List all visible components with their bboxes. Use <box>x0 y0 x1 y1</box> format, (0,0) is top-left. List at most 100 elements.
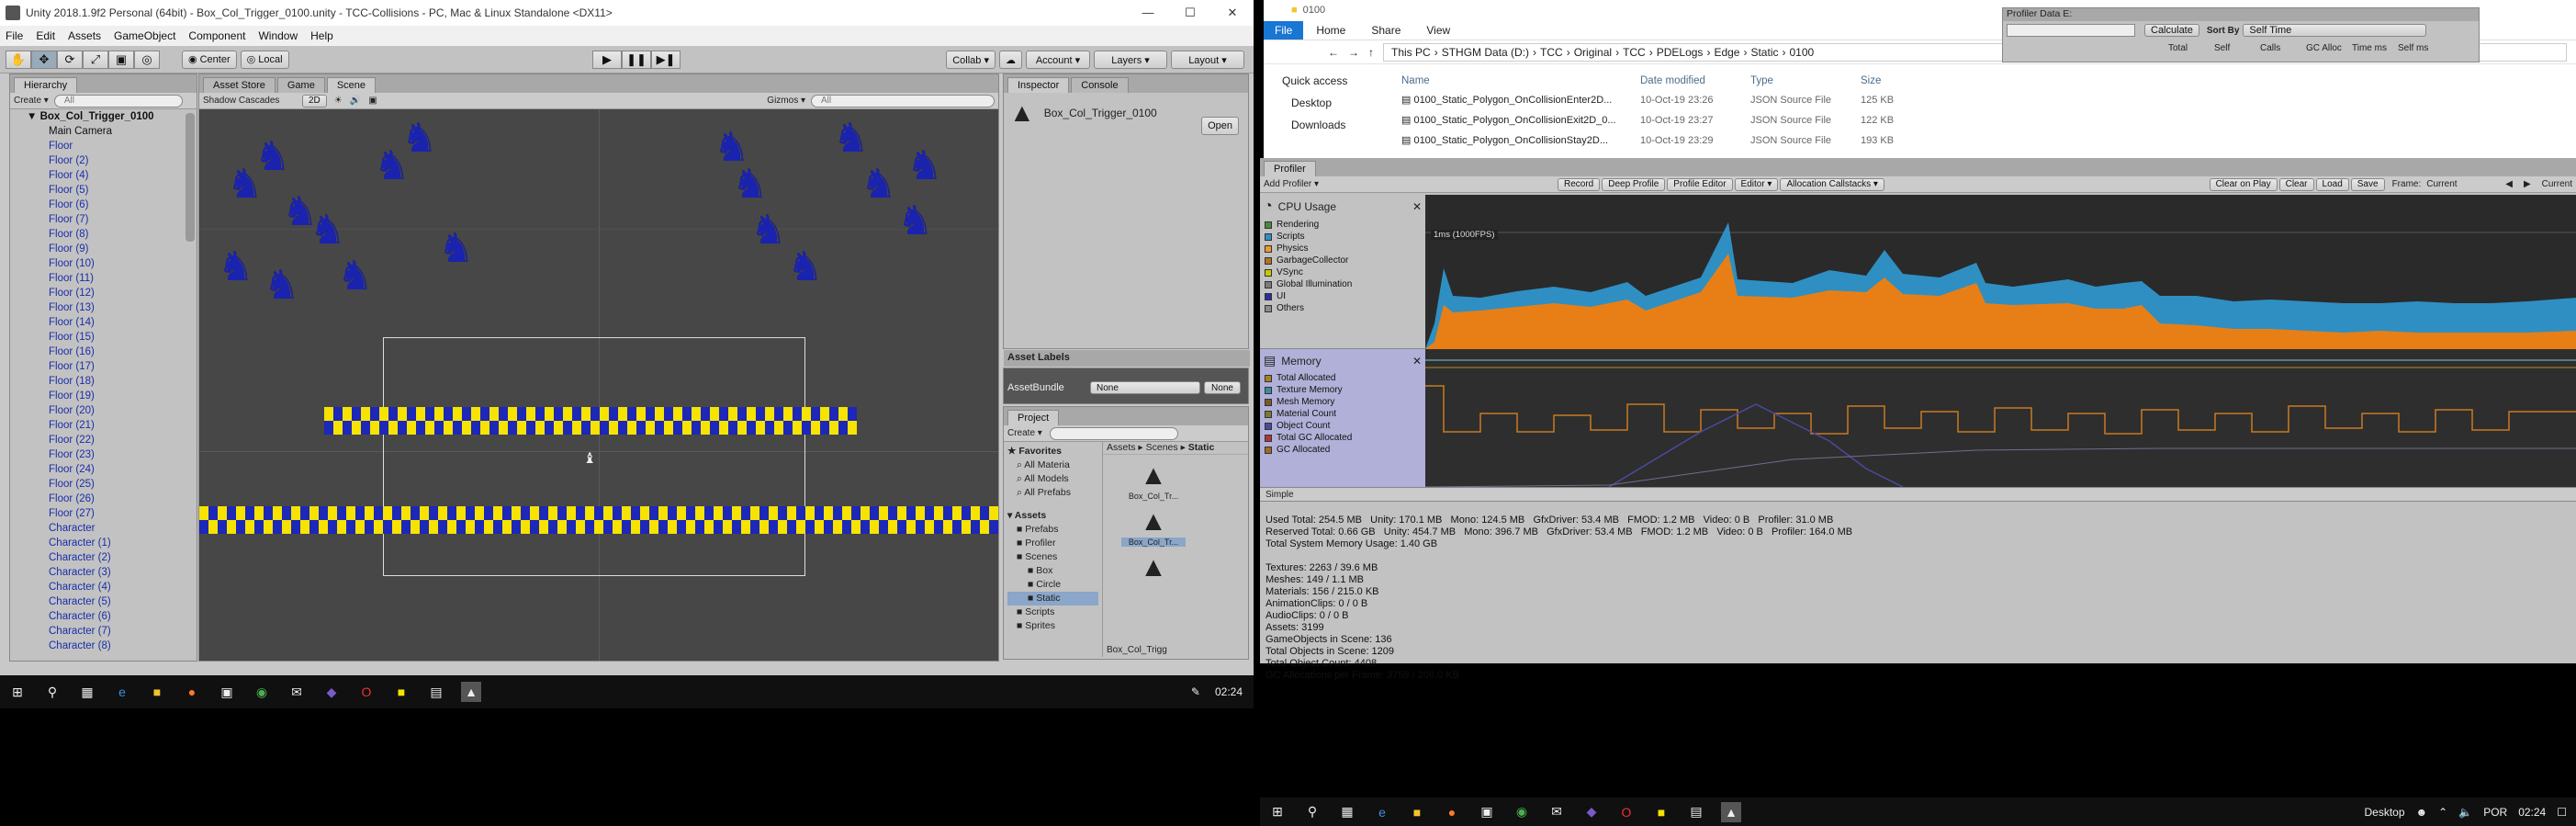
mail-icon[interactable]: ✉ <box>287 682 307 702</box>
character-sprite[interactable]: ♞ <box>732 164 768 205</box>
asset-labels-header[interactable]: Asset Labels <box>1004 350 1250 367</box>
vs-icon-2[interactable]: ◆ <box>1581 802 1602 822</box>
profiler-deep-profilebutton[interactable]: Deep Profile <box>1602 177 1666 191</box>
task-view-icon-2[interactable]: ▦ <box>1337 802 1357 822</box>
cpu-legend-item[interactable]: GarbageCollector <box>1260 255 1425 266</box>
next-frame-icon[interactable]: ▶ <box>2524 179 2531 189</box>
cpu-legend-item[interactable]: UI <box>1260 290 1425 302</box>
profiler-load-button[interactable]: Load <box>2315 177 2349 191</box>
search-icon-2[interactable]: ⚲ <box>1302 802 1322 822</box>
hierarchy-item[interactable]: Character (2) <box>10 550 197 565</box>
hierarchy-item[interactable]: Floor (18) <box>10 374 197 389</box>
menu-gameobject[interactable]: GameObject <box>114 29 175 42</box>
up-icon[interactable]: ↑ <box>1368 46 1374 59</box>
edge-icon[interactable]: e <box>112 682 132 702</box>
hierarchy-item[interactable]: Character (8) <box>10 639 197 653</box>
profiler-clear-on-play-button[interactable]: Clear on Play <box>2209 177 2278 191</box>
hierarchy-item[interactable]: Character (4) <box>10 580 197 594</box>
character-sprite[interactable]: ♞ <box>401 119 437 159</box>
profiler-data-column[interactable]: Total <box>2168 43 2214 53</box>
column-type[interactable]: Type <box>1750 75 1861 86</box>
mail-icon-2[interactable]: ✉ <box>1547 802 1567 822</box>
character-sprite[interactable]: ♞ <box>438 229 474 269</box>
windows-start-icon[interactable]: ⊞ <box>7 682 28 702</box>
effects-icon[interactable]: ▣ <box>368 96 377 106</box>
tab-scene[interactable]: Scene <box>326 77 377 93</box>
nav-item[interactable]: Downloads <box>1282 114 1401 136</box>
hierarchy-item[interactable]: Floor (26) <box>10 492 197 506</box>
hierarchy-item[interactable]: Floor (25) <box>10 477 197 492</box>
path-segment[interactable]: Original <box>1574 46 1612 59</box>
character-sprite[interactable]: ♞ <box>254 137 290 177</box>
tab-profiler[interactable]: Profiler <box>1264 161 1316 176</box>
file-row[interactable]: ▤ 0100_Static_Polygon_OnCollisionEnter2D… <box>1401 90 2576 110</box>
sticky-notes-icon-2[interactable]: ■ <box>1651 802 1671 822</box>
asset-bundle-dropdown[interactable]: None <box>1090 381 1200 394</box>
path-segment[interactable]: Edge <box>1714 46 1739 59</box>
project-file[interactable]: ▲ Box_Col_Tr... <box>1121 460 1186 501</box>
file-explorer-icon-2[interactable]: ■ <box>1407 802 1427 822</box>
project-file[interactable]: ▲ Box_Col_Tr... <box>1121 506 1186 547</box>
nav-item[interactable]: Quick access <box>1282 70 1401 92</box>
pivot-center-button[interactable]: ◉ Center <box>182 50 237 69</box>
menu-file[interactable]: File <box>6 29 23 42</box>
gizmos-dropdown[interactable]: Gizmos ▾ <box>767 96 805 106</box>
rect-tool-icon[interactable]: ▣ <box>108 50 134 69</box>
memory-legend-item[interactable]: Mesh Memory <box>1260 396 1425 408</box>
memory-legend-item[interactable]: Object Count <box>1260 420 1425 432</box>
hierarchy-item[interactable]: Floor (5) <box>10 183 197 198</box>
memory-legend-item[interactable]: Texture Memory <box>1260 384 1425 396</box>
tab-inspector[interactable]: Inspector <box>1007 77 1070 93</box>
profiler-clear-button[interactable]: Clear <box>2278 177 2314 191</box>
forward-icon[interactable]: → <box>1348 46 1359 59</box>
opera-icon[interactable]: O <box>356 682 377 702</box>
network-icon-2[interactable]: ▤ <box>1686 802 1706 822</box>
project-folder[interactable]: ■ Profiler <box>1007 537 1098 550</box>
scene-search-input[interactable]: All <box>811 94 995 107</box>
profiler-save-button[interactable]: Save <box>2350 177 2385 191</box>
ribbon-tab-view[interactable]: View <box>1426 24 1450 37</box>
character-sprite[interactable]: ♞ <box>906 146 942 187</box>
pause-button[interactable]: ❚❚ <box>622 51 651 69</box>
hierarchy-item[interactable]: Floor (6) <box>10 198 197 212</box>
cpu-legend-item[interactable]: Rendering <box>1260 219 1425 231</box>
breadcrumb-item[interactable]: Assets <box>1107 442 1136 453</box>
ribbon-tab-file[interactable]: File <box>1264 20 1304 40</box>
move-tool-icon[interactable]: ✥ <box>31 50 57 69</box>
tray-chevron-icon[interactable]: ⌃ <box>2438 806 2447 819</box>
account-button[interactable]: Account ▾ <box>1026 51 1090 69</box>
profiler-data-column[interactable]: Time ms <box>2352 43 2398 53</box>
firefox-icon-2[interactable]: ● <box>1442 802 1462 822</box>
profiler-data-path-input[interactable] <box>2007 24 2135 37</box>
column-date-modified[interactable]: Date modified <box>1640 75 1750 86</box>
inspector-open-button[interactable]: Open <box>1201 117 1239 135</box>
sort-by-dropdown[interactable]: Self Time <box>2243 24 2427 37</box>
hierarchy-item[interactable]: Main Camera <box>10 124 197 139</box>
pivot-local-button[interactable]: ◎ Local <box>240 50 289 69</box>
store-icon[interactable]: ▣ <box>217 682 237 702</box>
chrome-icon-2[interactable]: ◉ <box>1512 802 1532 822</box>
floor-platform-lower[interactable] <box>199 506 998 534</box>
transform-tool-icon[interactable]: ◎ <box>134 50 160 69</box>
scale-tool-icon[interactable]: ⤢ <box>83 50 108 69</box>
collab-button[interactable]: Collab ▾ <box>946 51 996 69</box>
memory-legend-item[interactable]: Total GC Allocated <box>1260 432 1425 444</box>
hierarchy-item[interactable]: Character (7) <box>10 624 197 639</box>
clock-left[interactable]: 02:24 <box>1215 685 1243 698</box>
toggle-2d-button[interactable]: 2D <box>302 94 327 107</box>
menu-edit[interactable]: Edit <box>36 29 55 42</box>
sticky-notes-icon[interactable]: ■ <box>391 682 411 702</box>
close-icon[interactable]: ✕ <box>1211 6 1254 20</box>
hierarchy-item[interactable]: Floor (22) <box>10 433 197 447</box>
hierarchy-item[interactable]: Floor (23) <box>10 447 197 462</box>
layers-button[interactable]: Layers ▾ <box>1094 51 1167 69</box>
hierarchy-item[interactable]: Floor (7) <box>10 212 197 227</box>
maximize-icon[interactable]: ☐ <box>1169 6 1211 20</box>
play-button[interactable]: ▶ <box>592 51 622 69</box>
desktop-toolbar-label[interactable]: Desktop <box>2365 806 2405 819</box>
profiler-recordbutton[interactable]: Record <box>1558 177 1601 191</box>
hierarchy-search-input[interactable]: All <box>53 94 183 107</box>
hierarchy-item[interactable]: Floor (8) <box>10 227 197 242</box>
breadcrumb-item[interactable]: Static <box>1188 442 1215 453</box>
character-sprite[interactable]: ♞ <box>337 256 373 297</box>
